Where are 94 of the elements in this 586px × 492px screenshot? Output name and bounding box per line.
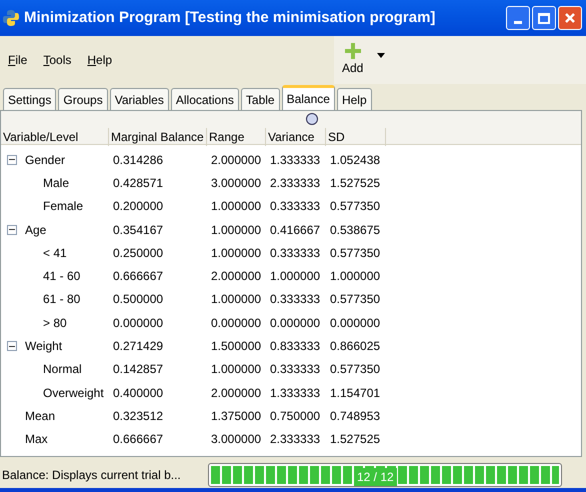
dropdown-caret-icon[interactable] bbox=[377, 52, 386, 58]
table-cell: 1.000000 bbox=[211, 246, 262, 260]
table-cell: 0.666667 bbox=[113, 269, 164, 284]
tab[interactable]: Groups bbox=[58, 88, 108, 110]
table-cell-text: > 80 bbox=[43, 314, 67, 332]
table-cell: 0.323512 bbox=[113, 408, 164, 423]
table-cell: 2.333333 bbox=[270, 432, 320, 446]
table-cell: 0.354167 bbox=[113, 222, 164, 237]
table-cell-text: Max bbox=[25, 431, 48, 448]
table-cell: 1.000000 bbox=[270, 269, 320, 284]
add-button[interactable]: Add bbox=[342, 43, 364, 77]
progress-reading: 12 / 12 bbox=[354, 468, 397, 486]
snake-logo-icon bbox=[2, 9, 20, 27]
menu-item[interactable]: File bbox=[8, 51, 28, 69]
table-cell: 0.314286 bbox=[113, 152, 164, 167]
table-cell: 0.577350 bbox=[330, 362, 380, 376]
table-cell-text: Mean bbox=[25, 408, 56, 425]
column-header[interactable]: Range bbox=[207, 130, 244, 144]
tab[interactable]: Help bbox=[336, 88, 372, 110]
table-cell: 0.416667 bbox=[270, 222, 320, 237]
close-button[interactable] bbox=[558, 6, 582, 30]
collapse-icon[interactable] bbox=[7, 154, 17, 165]
table-cell: 1.052438 bbox=[330, 152, 380, 167]
table-cell-text: < 41 bbox=[43, 244, 67, 262]
tab[interactable]: Variables bbox=[110, 88, 169, 110]
table-cell: 0.271429 bbox=[113, 339, 164, 354]
table-cell: 0.866025 bbox=[330, 339, 380, 354]
tab[interactable]: Table bbox=[240, 88, 280, 110]
table-cell: 1.527525 bbox=[330, 432, 380, 446]
column-header[interactable]: Marginal Balance bbox=[109, 130, 204, 144]
status-message: Balance: Displays current trial b... bbox=[1, 467, 182, 484]
table-cell: 0.428571 bbox=[113, 176, 164, 190]
collapse-icon[interactable] bbox=[7, 224, 17, 235]
table-cell: 1.375000 bbox=[211, 408, 262, 423]
table-cell: 2.333333 bbox=[270, 176, 320, 190]
table-cell: 1.000000 bbox=[211, 222, 262, 237]
table-cell: 0.748953 bbox=[330, 408, 380, 423]
close-icon bbox=[564, 12, 576, 24]
table-cell: 1.000000 bbox=[211, 199, 262, 214]
table-cell: 1.154701 bbox=[330, 386, 380, 400]
table-cell: 1.527525 bbox=[330, 176, 380, 190]
table-cell: 0.833333 bbox=[270, 339, 320, 354]
table-cell-text: Age bbox=[25, 222, 46, 239]
table-cell: 0.500000 bbox=[113, 292, 164, 306]
collapse-icon[interactable] bbox=[7, 341, 17, 352]
table-cell: 0.250000 bbox=[113, 246, 164, 260]
table-cell: 0.333333 bbox=[270, 199, 320, 214]
table-cell-text: Normal bbox=[43, 361, 82, 378]
menu-item[interactable]: Help bbox=[87, 51, 112, 69]
table-cell-text: 61 - 80 bbox=[43, 291, 80, 308]
table-cell: 1.000000 bbox=[330, 269, 380, 284]
table-cell: 0.000000 bbox=[270, 316, 320, 330]
column-header[interactable]: Variance bbox=[266, 130, 314, 144]
table-cell: 0.577350 bbox=[330, 199, 380, 214]
table-cell: 1.000000 bbox=[211, 292, 262, 306]
table-cell-text: Weight bbox=[25, 338, 62, 356]
table-cell: 0.000000 bbox=[330, 316, 380, 330]
table-cell: 3.000000 bbox=[211, 432, 262, 446]
table-cell: 0.538675 bbox=[330, 222, 380, 237]
tab[interactable]: Settings bbox=[3, 88, 56, 110]
table-cell: 1.333333 bbox=[270, 152, 320, 167]
table-cell: 0.333333 bbox=[270, 246, 320, 260]
minimize-button[interactable] bbox=[506, 6, 530, 30]
window-title: Minimization Program [Testing the minimisation program] bbox=[24, 8, 436, 28]
menu-item[interactable]: Tools bbox=[43, 51, 72, 69]
table-cell: 0.577350 bbox=[330, 292, 380, 306]
table-cell-text: 41 - 60 bbox=[43, 268, 80, 286]
table-cell: 0.333333 bbox=[270, 362, 320, 376]
table-cell: 0.577350 bbox=[330, 246, 380, 260]
table-cell: 0.400000 bbox=[113, 386, 164, 400]
table-cell: 3.000000 bbox=[211, 176, 262, 190]
table-cell: 0.666667 bbox=[113, 432, 164, 446]
table-cell: 2.000000 bbox=[211, 386, 262, 400]
plus-icon bbox=[344, 43, 361, 59]
column-header[interactable]: SD bbox=[326, 130, 345, 144]
table-cell: 2.000000 bbox=[211, 152, 262, 167]
table-cell-text: Male bbox=[43, 174, 70, 192]
maximize-button[interactable] bbox=[532, 6, 556, 30]
table-cell-text: Overweight bbox=[43, 384, 104, 402]
table-cell: 1.000000 bbox=[211, 362, 262, 376]
tab[interactable]: Allocations bbox=[170, 88, 239, 110]
table-cell: 1.500000 bbox=[211, 339, 262, 354]
column-header[interactable]: Variable/Level bbox=[1, 130, 78, 144]
table-cell: 0.000000 bbox=[211, 316, 262, 330]
table-cell: 0.750000 bbox=[270, 408, 320, 423]
table-cell: 0.142857 bbox=[113, 362, 164, 376]
table-cell: 2.000000 bbox=[211, 269, 262, 284]
tab[interactable]: Balance bbox=[282, 85, 335, 110]
table-cell: 0.000000 bbox=[113, 316, 164, 330]
table-cell: 1.333333 bbox=[270, 386, 320, 400]
table-cell: 0.333333 bbox=[270, 292, 320, 306]
table-cell: 0.200000 bbox=[113, 199, 164, 214]
table-cell-text: Gender bbox=[25, 152, 66, 169]
table-cell-text: Female bbox=[43, 198, 84, 216]
